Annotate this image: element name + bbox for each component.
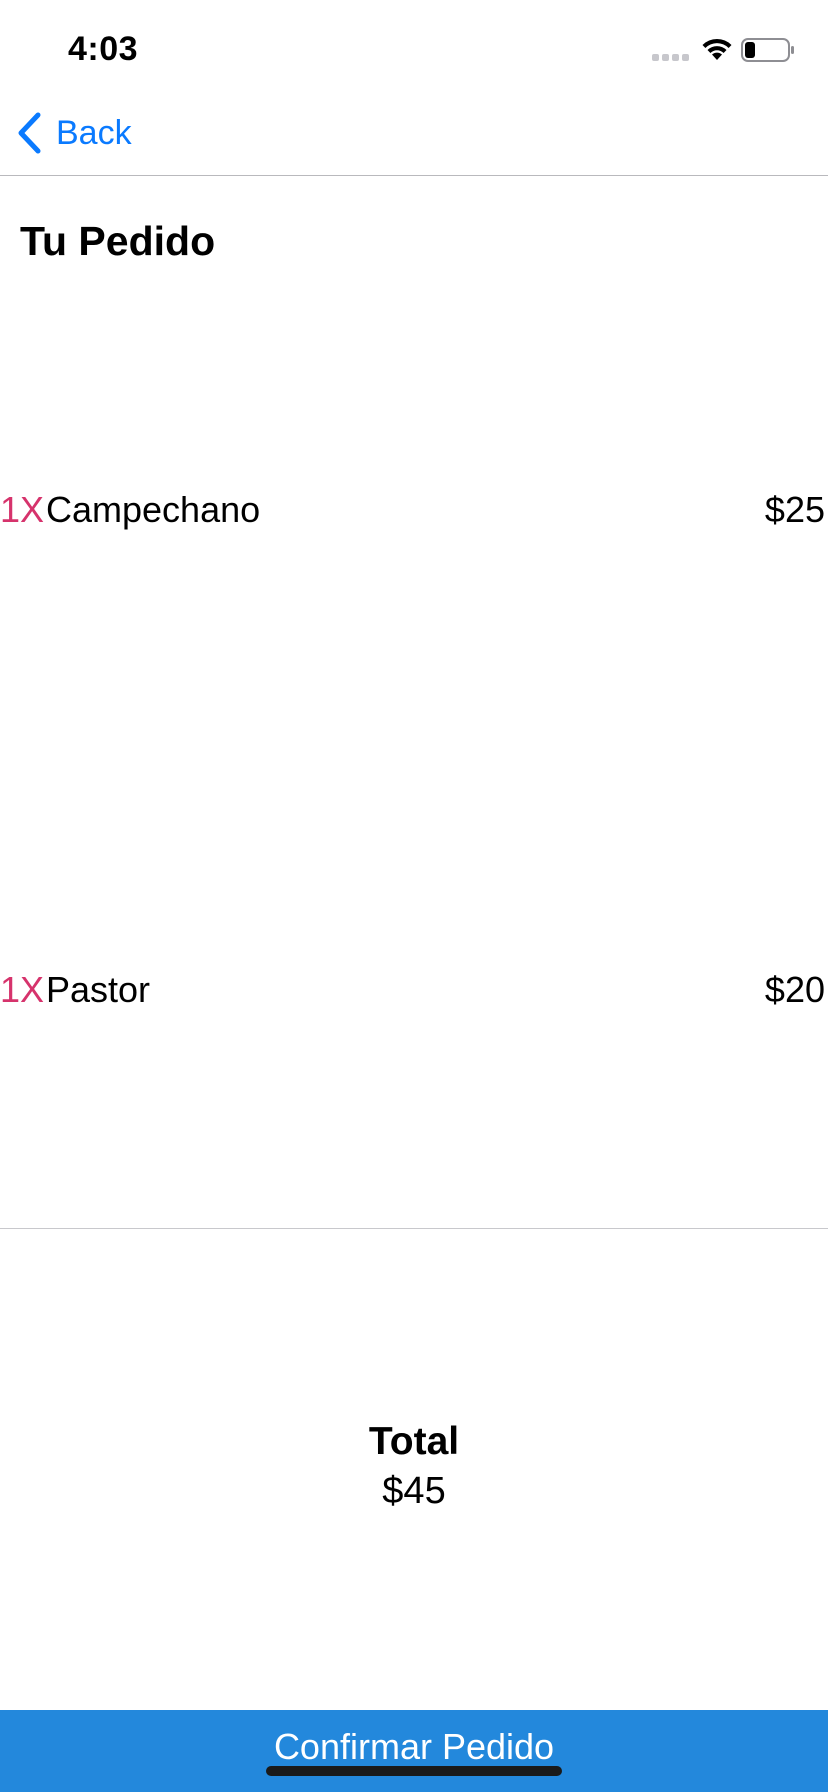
navigation-bar: Back xyxy=(0,100,828,176)
status-time: 4:03 xyxy=(68,30,139,68)
item-name: Campechano xyxy=(46,489,261,530)
order-item: 1X Campechano $25 xyxy=(0,480,828,540)
status-bar: 4:03 xyxy=(0,0,828,100)
battery-icon xyxy=(741,38,794,62)
divider xyxy=(0,1228,828,1229)
chevron-left-icon xyxy=(18,112,41,154)
signal-icon xyxy=(652,54,689,61)
home-indicator xyxy=(266,1766,562,1776)
total-label: Total xyxy=(368,1420,460,1463)
confirm-order-button[interactable]: Confirmar Pedido xyxy=(0,1710,828,1792)
item-price: $25 xyxy=(764,489,825,530)
item-quantity: 1X xyxy=(0,969,45,1010)
back-label: Back xyxy=(56,113,132,152)
item-price: $20 xyxy=(764,969,825,1010)
page-title: Tu Pedido xyxy=(20,218,216,264)
item-quantity: 1X xyxy=(0,489,45,530)
back-button[interactable]: Back xyxy=(14,108,132,158)
item-name: Pastor xyxy=(46,969,151,1010)
total-value: $45 xyxy=(382,1470,446,1512)
wifi-icon xyxy=(702,38,732,60)
order-item: 1X Pastor $20 xyxy=(0,960,828,1020)
